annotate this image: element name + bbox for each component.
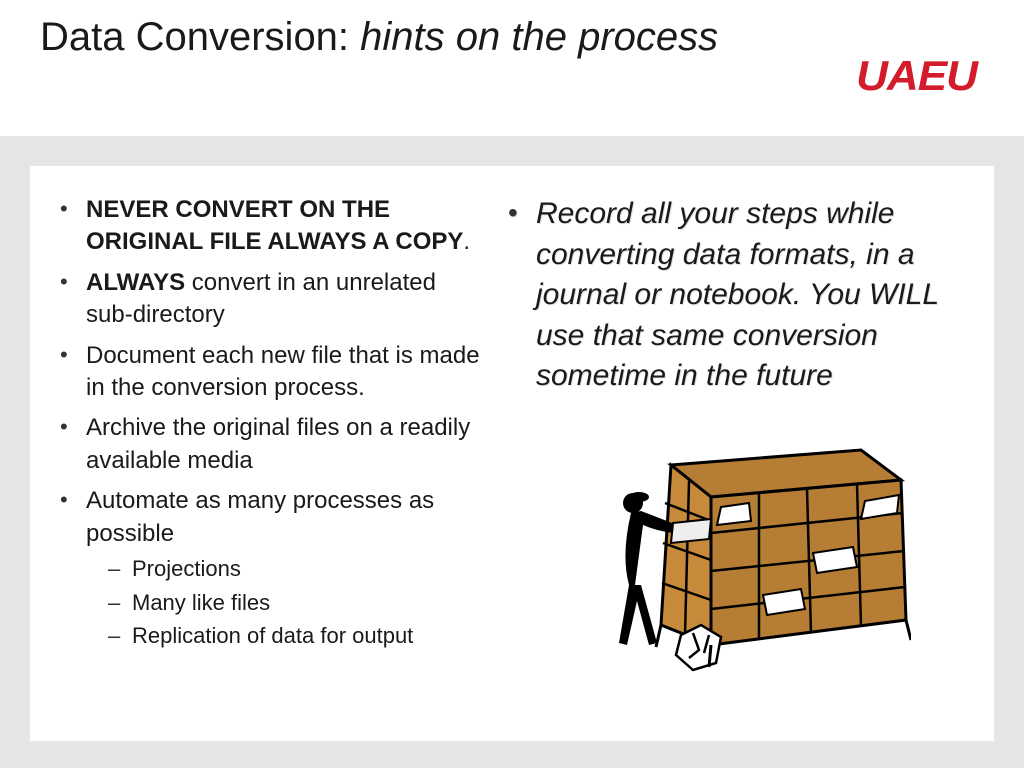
slide-header: Data Conversion: hints on the process UA… [0, 0, 1024, 136]
sub-bullet-list: Projections Many like files Replication … [86, 554, 480, 651]
right-bullet-text: Record all your steps while converting d… [508, 194, 964, 415]
list-item: Automate as many processes as possible P… [60, 485, 480, 651]
bullet-2-bold: ALWAYS [86, 269, 185, 296]
right-column: Record all your steps while converting d… [508, 194, 964, 721]
list-item: Many like files [108, 588, 480, 618]
left-column: NEVER CONVERT ON THE ORIGINAL FILE ALWAY… [60, 194, 480, 721]
bullet-5-text: Automate as many processes as possible [86, 487, 434, 546]
filing-cabinet-illustration [508, 425, 964, 675]
slide-title: Data Conversion: hints on the process [40, 12, 718, 62]
content-wrap: NEVER CONVERT ON THE ORIGINAL FILE ALWAY… [0, 136, 1024, 741]
filing-cabinet-icon [561, 425, 911, 675]
list-item: Archive the original files on a readily … [60, 412, 480, 477]
slide-body: NEVER CONVERT ON THE ORIGINAL FILE ALWAY… [30, 166, 994, 741]
list-item: Replication of data for output [108, 621, 480, 651]
bullet-1-bold: NEVER CONVERT ON THE ORIGINAL FILE ALWAY… [86, 196, 463, 255]
title-italic: hints on the process [360, 15, 718, 59]
list-item: Projections [108, 554, 480, 584]
list-item: NEVER CONVERT ON THE ORIGINAL FILE ALWAY… [60, 194, 480, 259]
list-item: ALWAYS convert in an unrelated sub-direc… [60, 267, 480, 332]
main-bullet-list: NEVER CONVERT ON THE ORIGINAL FILE ALWAY… [60, 194, 480, 651]
list-item: Document each new file that is made in t… [60, 340, 480, 405]
title-prefix: Data Conversion: [40, 15, 360, 59]
bullet-1-tail: . [463, 228, 470, 255]
logo-text: UAEU [856, 52, 977, 100]
logo: UAEU [859, 52, 974, 100]
